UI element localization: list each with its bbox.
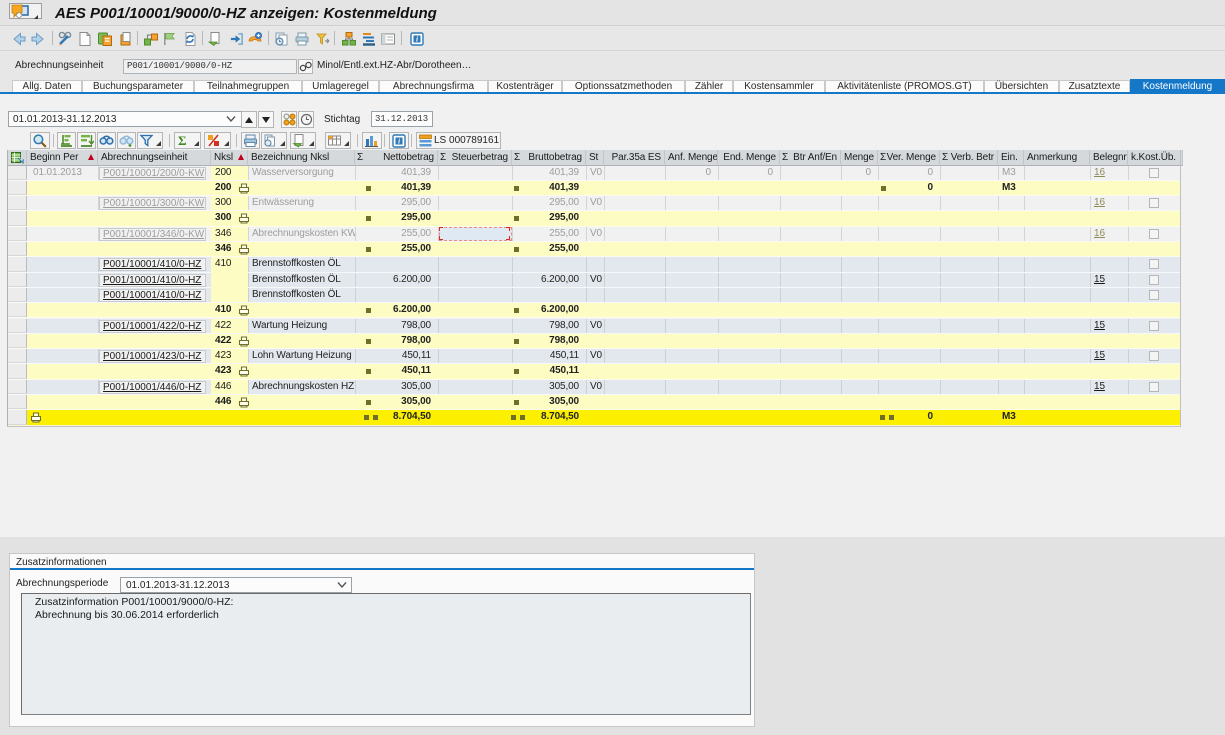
svg-text:Σ: Σ — [178, 133, 187, 148]
